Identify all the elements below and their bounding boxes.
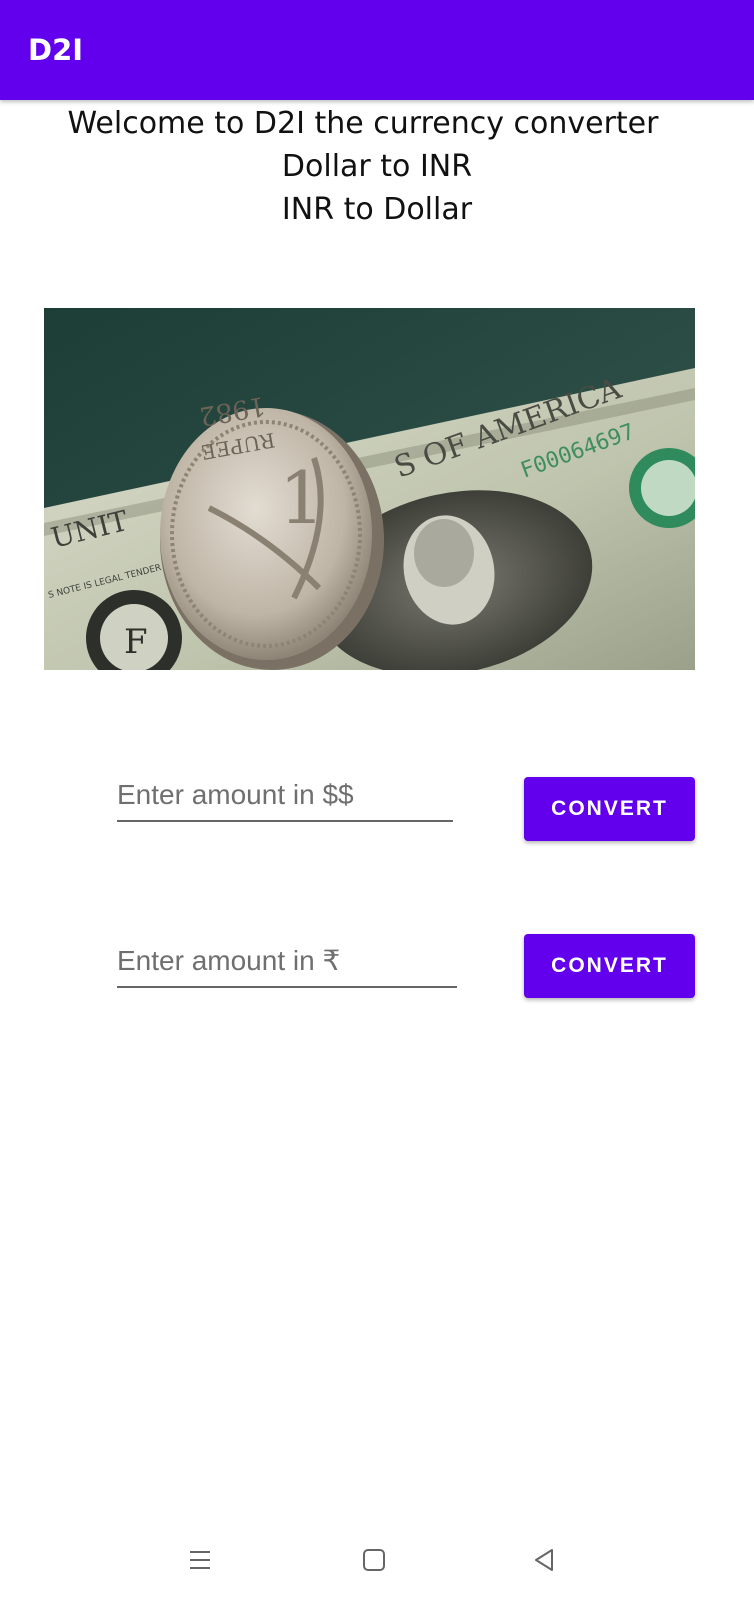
app-screen: D2I Welcome to D2I the currency converte… (0, 0, 754, 1600)
back-triangle-icon[interactable] (515, 1530, 575, 1590)
convert-inr-button[interactable]: CONVERT (524, 934, 695, 998)
system-nav-bar (0, 1530, 754, 1590)
rupee-coin-on-dollar-bill-image: F S OF AMERICA F00064697 UNIT S NOTE IS … (44, 308, 695, 670)
home-square-icon[interactable] (344, 1530, 404, 1590)
currency-hero-image: F S OF AMERICA F00064697 UNIT S NOTE IS … (44, 308, 695, 670)
svg-text:F: F (124, 622, 148, 662)
welcome-line-2: Dollar to INR (281, 149, 473, 184)
inr-amount-input[interactable] (117, 936, 457, 988)
usd-amount-input[interactable] (117, 770, 453, 822)
welcome-line-1: Welcome to D2I the currency converter (67, 106, 659, 141)
app-title: D2I (28, 33, 84, 67)
welcome-text: Welcome to D2I the currency converter Do… (0, 102, 754, 231)
convert-usd-button[interactable]: CONVERT (524, 777, 695, 841)
menu-icon[interactable] (170, 1530, 230, 1590)
app-bar: D2I (0, 0, 754, 100)
welcome-line-3: INR to Dollar (281, 192, 473, 227)
